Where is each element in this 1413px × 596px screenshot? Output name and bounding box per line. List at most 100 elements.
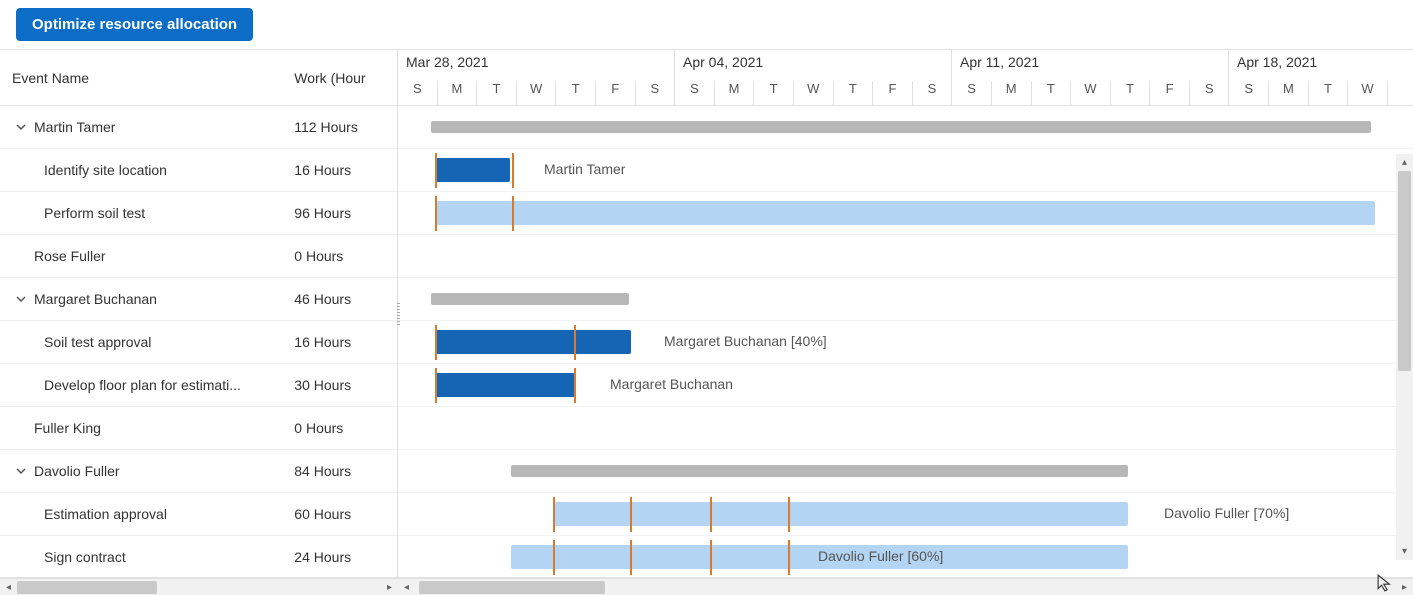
row-work: 112 Hours — [294, 119, 397, 135]
vertical-scroll-thumb[interactable] — [1398, 171, 1411, 371]
timeline-day[interactable]: F — [596, 81, 636, 105]
chart-row — [398, 407, 1413, 450]
date-marker — [512, 153, 514, 188]
date-marker — [710, 497, 712, 532]
timeline-day[interactable]: T — [1032, 81, 1072, 105]
task-label: Davolio Fuller [70%] — [1164, 505, 1289, 521]
scroll-right-icon[interactable]: ▸ — [381, 579, 398, 596]
row-work: 84 Hours — [294, 463, 397, 479]
row-name: Identify site location — [44, 162, 167, 178]
timeline-day[interactable]: S — [913, 81, 953, 105]
chart-row: Martin Tamer — [398, 149, 1413, 192]
timeline-day[interactable]: S — [636, 81, 676, 105]
chart-row — [398, 192, 1413, 235]
table-row[interactable]: Estimation approval60 Hours — [0, 493, 397, 536]
timeline-day[interactable]: M — [438, 81, 478, 105]
table-row[interactable]: Fuller King0 Hours — [0, 407, 397, 450]
task-bar[interactable] — [435, 201, 1375, 225]
row-name: Perform soil test — [44, 205, 145, 221]
date-marker — [512, 196, 514, 231]
task-label: Martin Tamer — [544, 161, 625, 177]
summary-bar[interactable] — [511, 465, 1128, 477]
task-bar[interactable] — [553, 502, 1128, 526]
chart-scroll-thumb[interactable] — [419, 581, 605, 594]
row-name: Sign contract — [44, 549, 126, 565]
timeline-day[interactable]: W — [517, 81, 557, 105]
summary-bar[interactable] — [431, 121, 1371, 133]
timeline-day[interactable]: S — [675, 81, 715, 105]
timeline-day[interactable]: T — [834, 81, 874, 105]
date-marker — [574, 325, 576, 360]
table-row[interactable]: Soil test approval16 Hours — [0, 321, 397, 364]
scroll-up-icon[interactable]: ▴ — [1396, 154, 1413, 171]
table-row[interactable]: Sign contract24 Hours — [0, 536, 397, 577]
scroll-left-icon[interactable]: ◂ — [0, 579, 17, 596]
grid-horizontal-scrollbar[interactable]: ◂ ▸ — [0, 578, 398, 595]
timeline-day[interactable]: S — [1190, 81, 1230, 105]
table-row[interactable]: Margaret Buchanan46 Hours — [0, 278, 397, 321]
chart-row: Davolio Fuller [60%] — [398, 536, 1413, 577]
timeline-day[interactable]: S — [1229, 81, 1269, 105]
chart-row: Davolio Fuller [70%] — [398, 493, 1413, 536]
date-marker — [435, 196, 437, 231]
timeline-day[interactable]: M — [992, 81, 1032, 105]
chevron-down-icon[interactable] — [12, 290, 30, 308]
summary-bar[interactable] — [431, 293, 629, 305]
table-row[interactable]: Identify site location16 Hours — [0, 149, 397, 192]
vertical-scrollbar[interactable]: ▴ ▾ — [1396, 154, 1413, 560]
optimize-button[interactable]: Optimize resource allocation — [16, 8, 253, 41]
table-row[interactable]: Martin Tamer 112 Hours — [0, 106, 397, 149]
task-bar[interactable] — [435, 158, 510, 182]
task-bar[interactable] — [435, 330, 631, 354]
chart-row: Margaret Buchanan — [398, 364, 1413, 407]
date-marker — [553, 540, 555, 575]
timeline-day[interactable]: T — [1111, 81, 1151, 105]
chevron-down-icon[interactable] — [12, 118, 30, 136]
timeline-week[interactable]: Apr 04, 2021 — [675, 50, 952, 81]
timeline-week[interactable]: Apr 18, 2021 — [1229, 50, 1413, 81]
date-marker — [630, 540, 632, 575]
timeline-header: Mar 28, 2021Apr 04, 2021Apr 11, 2021Apr … — [398, 50, 1413, 106]
chart-body[interactable]: Martin Tamer Margaret Buchanan [40%] Marga… — [398, 106, 1413, 577]
task-bar[interactable] — [435, 373, 575, 397]
timeline-day[interactable]: W — [1071, 81, 1111, 105]
timeline-day[interactable]: M — [715, 81, 755, 105]
scroll-left-icon[interactable]: ◂ — [398, 579, 415, 596]
timeline-week[interactable]: Mar 28, 2021 — [398, 50, 675, 81]
timeline-day[interactable]: S — [398, 81, 438, 105]
chart-row — [398, 106, 1413, 149]
timeline-day[interactable]: T — [477, 81, 517, 105]
timeline-day[interactable]: T — [556, 81, 596, 105]
chart-pane: Mar 28, 2021Apr 04, 2021Apr 11, 2021Apr … — [398, 50, 1413, 577]
table-row[interactable]: Develop floor plan for estimati...30 Hou… — [0, 364, 397, 407]
table-row[interactable]: Rose Fuller0 Hours — [0, 235, 397, 278]
timeline-day[interactable]: T — [1309, 81, 1349, 105]
grid-body: Martin Tamer 112 Hours Identify site locat… — [0, 106, 397, 577]
task-label: Margaret Buchanan [40%] — [664, 333, 827, 349]
row-name: Rose Fuller — [34, 248, 106, 264]
chart-horizontal-scrollbar[interactable]: ◂ ▸ — [398, 578, 1413, 595]
timeline-day[interactable]: F — [873, 81, 913, 105]
column-header-name[interactable]: Event Name — [0, 70, 294, 86]
table-row[interactable]: Davolio Fuller 84 Hours — [0, 450, 397, 493]
chart-row — [398, 450, 1413, 493]
row-name: Martin Tamer — [34, 119, 115, 135]
timeline-day[interactable]: T — [754, 81, 794, 105]
timeline-day[interactable]: F — [1150, 81, 1190, 105]
column-header-work[interactable]: Work (Hour — [294, 70, 397, 86]
timeline-day[interactable]: S — [952, 81, 992, 105]
timeline-day[interactable]: M — [1269, 81, 1309, 105]
timeline-day[interactable]: W — [1348, 81, 1388, 105]
cursor-icon — [1377, 574, 1395, 592]
row-work: 60 Hours — [294, 506, 397, 522]
scroll-down-icon[interactable]: ▾ — [1396, 543, 1413, 560]
timeline-day[interactable]: W — [794, 81, 834, 105]
timeline-week[interactable]: Apr 11, 2021 — [952, 50, 1229, 81]
row-name: Develop floor plan for estimati... — [44, 377, 241, 393]
table-row[interactable]: Perform soil test96 Hours — [0, 192, 397, 235]
row-name: Davolio Fuller — [34, 463, 120, 479]
scroll-right-icon[interactable]: ▸ — [1396, 579, 1413, 596]
grid-scroll-thumb[interactable] — [17, 581, 157, 594]
chevron-down-icon[interactable] — [12, 462, 30, 480]
date-marker — [788, 540, 790, 575]
